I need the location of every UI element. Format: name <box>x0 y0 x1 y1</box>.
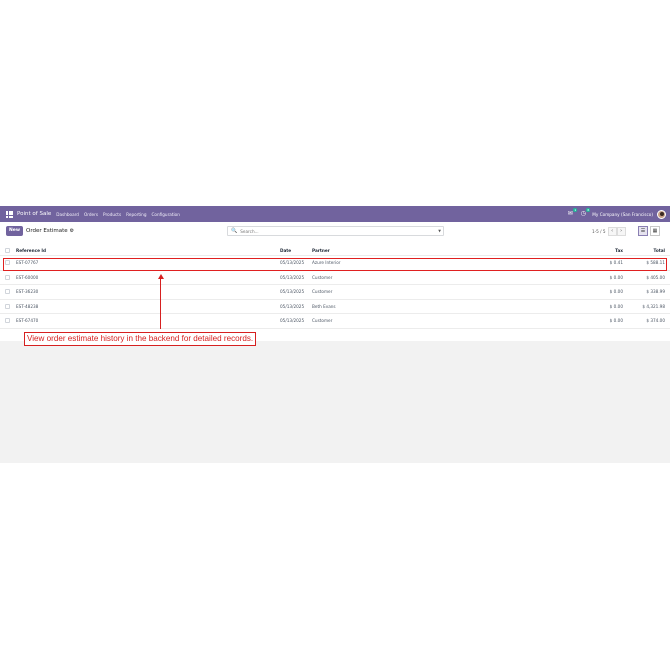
reference-id: EST-36230 <box>16 289 39 294</box>
annotation-callout: View order estimate history in the backe… <box>24 332 257 346</box>
activity-clock-icon[interactable]: ◷ 6 <box>579 208 591 218</box>
reference-id: EST-48238 <box>16 303 39 309</box>
pager: 1-5 / 5 ‹ › <box>592 226 626 236</box>
tax-amount: $ 0.00 <box>609 274 623 280</box>
tax-amount: $ 0.00 <box>609 289 623 294</box>
row-checkbox[interactable] <box>5 303 10 309</box>
page-title-text: Order Estimate <box>26 228 68 234</box>
search-input[interactable] <box>240 227 431 235</box>
table-row[interactable]: EST-60000 05/13/2025 Customer $ 0.00 $ 4… <box>0 271 670 285</box>
new-button[interactable]: New <box>6 226 23 236</box>
table-header: Reference Id Date Partner Tax Total <box>0 246 670 256</box>
view-switcher: ☰ ▦ <box>638 226 660 236</box>
order-date: 05/13/2025 <box>280 318 305 323</box>
order-date: 05/13/2025 <box>280 289 305 294</box>
order-date: 05/13/2025 <box>280 274 305 280</box>
column-tax[interactable]: Tax <box>615 246 623 256</box>
column-partner[interactable]: Partner <box>312 246 330 256</box>
highlight-first-row-annotation <box>3 258 667 271</box>
pager-value[interactable]: 1-5 / 5 <box>592 229 606 234</box>
pager-previous-icon[interactable]: ‹ <box>607 226 617 236</box>
empty-list-area <box>0 341 670 463</box>
partner-name: Beth Evans <box>312 303 336 309</box>
row-checkbox[interactable] <box>5 274 10 280</box>
row-checkbox[interactable] <box>5 318 10 323</box>
page-title: Order Estimate ⚙ <box>26 226 74 236</box>
list-view-icon[interactable]: ☰ <box>638 226 648 236</box>
reference-id: EST-60000 <box>16 274 39 280</box>
search-bar[interactable]: 🔍 ▼ <box>227 226 444 236</box>
menu-configuration[interactable]: Configuration <box>152 212 180 217</box>
reference-id: EST-67470 <box>16 318 39 323</box>
total-amount: $ 4,321.98 <box>642 303 665 309</box>
gear-icon[interactable]: ⚙ <box>70 226 74 236</box>
column-reference-id[interactable]: Reference Id <box>16 246 46 256</box>
menu-reporting[interactable]: Reporting <box>126 212 146 217</box>
tax-amount: $ 0.00 <box>609 303 623 309</box>
total-amount: $ 405.00 <box>646 274 665 280</box>
apps-grid-icon[interactable] <box>6 210 13 218</box>
company-switcher[interactable]: My Company (San Francisco) <box>592 212 653 217</box>
user-avatar[interactable] <box>657 209 666 219</box>
kanban-view-icon[interactable]: ▦ <box>650 226 660 236</box>
total-amount: $ 374.00 <box>646 318 665 323</box>
table-row[interactable]: EST-48238 05/13/2025 Beth Evans $ 0.00 $… <box>0 300 670 314</box>
row-checkbox[interactable] <box>5 289 10 294</box>
menu-products[interactable]: Products <box>103 212 121 217</box>
partner-name: Customer <box>312 318 333 323</box>
column-total[interactable]: Total <box>654 246 665 256</box>
pager-next-icon[interactable]: › <box>616 226 626 236</box>
activity-badge: 6 <box>586 208 591 212</box>
total-amount: $ 338.99 <box>646 289 665 294</box>
column-date[interactable]: Date <box>280 246 291 256</box>
partner-name: Customer <box>312 274 333 280</box>
annotation-arrow <box>160 277 161 329</box>
partner-name: Customer <box>312 289 333 294</box>
top-navbar: Point of Sale Dashboard Orders Products … <box>0 206 670 222</box>
order-date: 05/13/2025 <box>280 303 305 309</box>
navbar-systray: ✉ 1 ◷ 6 My Company (San Francisco) <box>566 208 670 219</box>
tax-amount: $ 0.00 <box>609 318 623 323</box>
table-row[interactable]: EST-36230 05/13/2025 Customer $ 0.00 $ 3… <box>0 285 670 300</box>
chat-badge: 1 <box>573 208 578 212</box>
app-name[interactable]: Point of Sale <box>17 211 51 217</box>
search-icon: 🔍 <box>231 228 238 234</box>
table-row[interactable]: EST-67470 05/13/2025 Customer $ 0.00 $ 3… <box>0 314 670 329</box>
menu-dashboard[interactable]: Dashboard <box>56 212 79 217</box>
select-all-checkbox[interactable] <box>5 248 10 253</box>
search-options-toggle-icon[interactable]: ▼ <box>438 229 441 233</box>
menu-orders[interactable]: Orders <box>84 212 98 217</box>
chat-icon[interactable]: ✉ 1 <box>566 208 578 218</box>
control-panel: New Order Estimate ⚙ 🔍 ▼ 1-5 / 5 ‹ › ☰ ▦ <box>0 222 670 242</box>
